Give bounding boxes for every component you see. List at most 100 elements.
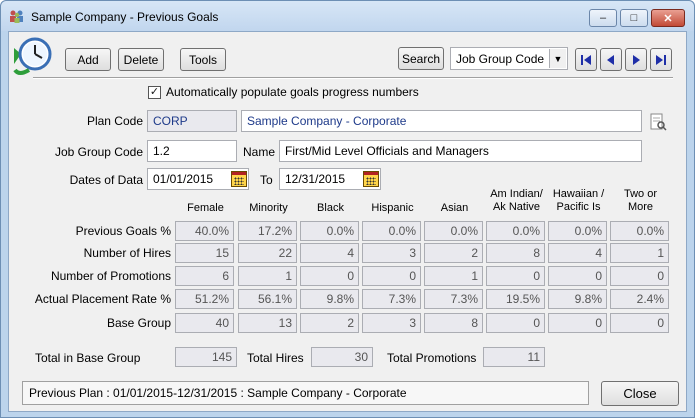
total-hires-label: Total Hires	[247, 351, 304, 365]
grid-cell: 2.4%	[610, 289, 669, 309]
first-record-button[interactable]	[575, 48, 597, 71]
grid-cell: 1	[610, 243, 669, 263]
column-header: Hawaiian / Pacific Is	[552, 188, 605, 213]
plan-name-field[interactable]: Sample Company - Corporate	[241, 110, 642, 132]
client-area: Add Delete Tools Search Job Group Code ▼…	[8, 31, 687, 412]
row-label: Number of Promotions	[50, 269, 171, 283]
app-window: Sample Company - Previous Goals – □ ✕ Ad…	[0, 0, 695, 418]
column-header: Asian	[440, 202, 469, 214]
calendar-icon[interactable]	[363, 171, 379, 187]
last-record-icon	[656, 54, 666, 65]
chevron-down-icon[interactable]: ▼	[549, 49, 566, 68]
job-group-label: Job Group Code	[54, 145, 143, 159]
grid-cell: 2	[424, 243, 483, 263]
grid-cell: 0.0%	[300, 221, 359, 241]
grid-cell: 0	[486, 266, 545, 286]
grid-cell: 9.8%	[300, 289, 359, 309]
grid-cell: 22	[238, 243, 297, 263]
previous-arrow-icon	[607, 54, 614, 65]
first-record-icon	[581, 54, 591, 65]
grid-cell: 3	[362, 313, 421, 333]
total-promotions-label: Total Promotions	[387, 351, 477, 365]
next-arrow-icon	[633, 54, 640, 65]
grid-cell: 7.3%	[362, 289, 421, 309]
to-label: To	[260, 173, 273, 187]
window-title: Sample Company - Previous Goals	[31, 10, 219, 24]
grid-cell: 4	[548, 243, 607, 263]
app-people-icon	[10, 10, 23, 23]
grid-cell: 0.0%	[424, 221, 483, 241]
total-promotions-value: 11	[483, 347, 545, 367]
row-label: Base Group	[106, 316, 171, 330]
tools-button[interactable]: Tools	[180, 48, 226, 71]
date-from-value: 01/01/2015	[153, 172, 214, 186]
grid-cell: 51.2%	[175, 289, 234, 309]
job-group-field[interactable]: 1.2	[147, 140, 237, 162]
search-field-select[interactable]: Job Group Code ▼	[450, 47, 568, 70]
calendar-icon[interactable]	[231, 171, 247, 187]
grid-cell: 40.0%	[175, 221, 234, 241]
job-group-name-field[interactable]: First/Mid Level Officials and Managers	[279, 140, 642, 162]
grid-cell: 2	[300, 313, 359, 333]
row-label: Previous Goals %	[75, 224, 171, 238]
date-to-value: 12/31/2015	[285, 172, 346, 186]
grid-cell: 0	[548, 266, 607, 286]
grid-cell: 0.0%	[362, 221, 421, 241]
status-bar: Previous Plan : 01/01/2015-12/31/2015 : …	[22, 381, 589, 405]
plan-code-label: Plan Code	[86, 114, 143, 128]
column-header: Minority	[249, 202, 288, 214]
grid-cell: 0	[362, 266, 421, 286]
row-label: Actual Placement Rate %	[34, 292, 171, 306]
auto-populate-checkbox[interactable]: ✓	[148, 86, 161, 99]
search-button[interactable]: Search	[398, 47, 444, 70]
delete-button[interactable]: Delete	[118, 48, 164, 71]
column-header: Black	[317, 202, 344, 214]
grid-cell: 8	[486, 243, 545, 263]
grid-cell: 0	[610, 313, 669, 333]
grid-cell: 8	[424, 313, 483, 333]
next-record-button[interactable]	[625, 48, 647, 71]
grid-cell: 3	[362, 243, 421, 263]
column-header: Female	[187, 202, 224, 214]
total-base-group-label: Total in Base Group	[35, 351, 141, 365]
last-record-button[interactable]	[650, 48, 672, 71]
grid-cell: 19.5%	[486, 289, 545, 309]
column-header: Two or More	[623, 188, 657, 213]
maximize-button[interactable]: □	[620, 9, 648, 27]
column-header: Hispanic	[371, 202, 414, 214]
previous-record-button[interactable]	[600, 48, 622, 71]
grid-cell: 17.2%	[238, 221, 297, 241]
grid-cell: 0	[300, 266, 359, 286]
grid-cell: 0	[486, 313, 545, 333]
title-bar[interactable]: Sample Company - Previous Goals – □ ✕	[1, 1, 694, 31]
name-label: Name	[242, 145, 275, 159]
close-button[interactable]: Close	[601, 381, 679, 406]
auto-populate-label: Automatically populate goals progress nu…	[166, 85, 419, 99]
grid-cell: 0.0%	[548, 221, 607, 241]
close-window-button[interactable]: ✕	[651, 9, 685, 27]
grid-cell: 9.8%	[548, 289, 607, 309]
row-label: Number of Hires	[83, 246, 171, 260]
grid-cell: 40	[175, 313, 234, 333]
grid-cell: 13	[238, 313, 297, 333]
dates-of-data-label: Dates of Data	[69, 173, 143, 187]
grid-cell: 56.1%	[238, 289, 297, 309]
minimize-button[interactable]: –	[589, 9, 617, 27]
grid-cell: 0.0%	[610, 221, 669, 241]
toolbar-divider	[33, 77, 673, 79]
lookup-document-icon[interactable]	[648, 112, 668, 132]
total-base-group-value: 145	[175, 347, 237, 367]
total-hires-value: 30	[311, 347, 373, 367]
grid-cell: 15	[175, 243, 234, 263]
grid-cell: 0	[548, 313, 607, 333]
grid-cell: 4	[300, 243, 359, 263]
plan-code-field[interactable]: CORP	[147, 110, 237, 132]
grid-cell: 1	[238, 266, 297, 286]
search-field-value: Job Group Code	[456, 52, 545, 66]
add-button[interactable]: Add	[65, 48, 111, 71]
clock-icon	[13, 37, 52, 75]
grid-cell: 6	[175, 266, 234, 286]
grid-cell: 0.0%	[486, 221, 545, 241]
grid-cell: 0	[610, 266, 669, 286]
grid-cell: 1	[424, 266, 483, 286]
